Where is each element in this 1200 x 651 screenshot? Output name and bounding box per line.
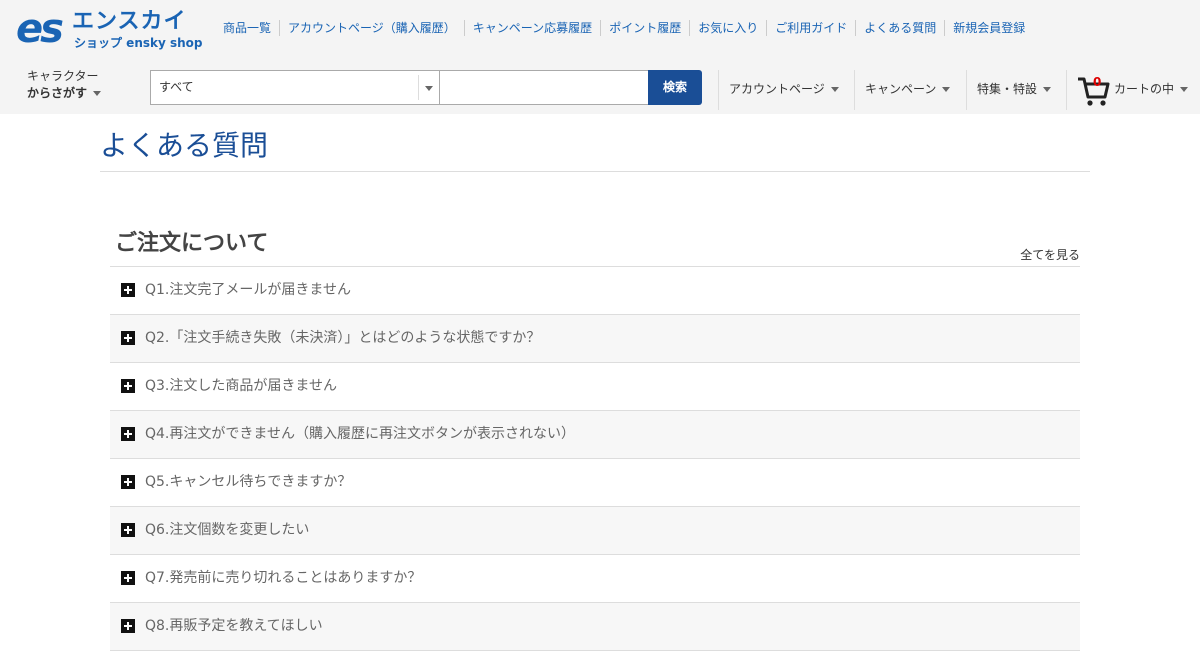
faq-item-q8[interactable]: Q8.再販予定を教えてほしい xyxy=(110,603,1080,651)
logo-mark: es xyxy=(16,6,64,52)
cart-label: カートの中 xyxy=(1114,70,1189,108)
faq-question: Q5.キャンセル待ちできますか？ xyxy=(145,474,352,490)
account-menu-label: アカウントページ xyxy=(729,82,825,96)
nav-faq[interactable]: よくある質問 xyxy=(855,20,944,36)
plus-icon xyxy=(121,283,135,297)
title-divider xyxy=(100,171,1090,172)
faq-question: Q6.注文個数を変更したい xyxy=(145,522,310,538)
faq-question: Q3.注文した商品が届きません xyxy=(145,378,337,394)
nav-favorites[interactable]: お気に入り xyxy=(689,20,766,36)
chevron-down-icon xyxy=(830,87,839,92)
faq-question: Q2.「注文手続き失敗（未決済）」とはどのような状態ですか？ xyxy=(145,330,541,346)
faq-item-q3[interactable]: Q3.注文した商品が届きません xyxy=(110,363,1080,411)
search-button[interactable]: 検索 xyxy=(648,70,702,105)
nav-campaign-history[interactable]: キャンペーン応募履歴 xyxy=(463,20,600,36)
chevron-down-icon xyxy=(1180,87,1189,92)
account-menu[interactable]: アカウントページ xyxy=(718,70,854,110)
faq-item-q4[interactable]: Q4.再注文ができません（購入履歴に再注文ボタンが表示されない） xyxy=(110,411,1080,459)
plus-icon xyxy=(121,427,135,441)
cart-count: 0 xyxy=(1093,75,1102,89)
nav-register[interactable]: 新規会員登録 xyxy=(944,20,1033,36)
faq-question: Q4.再注文ができません（購入履歴に再注文ボタンが表示されない） xyxy=(145,426,575,442)
section-title: ご注文について xyxy=(115,231,269,256)
nav-guide[interactable]: ご利用ガイド xyxy=(766,20,855,36)
faq-list: Q1.注文完了メールが届きません Q2.「注文手続き失敗（未決済）」とはどのよう… xyxy=(110,266,1080,651)
logo-sub: ショップ ensky shop xyxy=(74,36,203,50)
plus-icon xyxy=(121,619,135,633)
faq-item-q1[interactable]: Q1.注文完了メールが届きません xyxy=(110,267,1080,315)
site-header: es エンスカイ ショップ ensky shop 商品一覧 アカウントページ（購… xyxy=(0,0,1200,114)
page-title: よくある質問 xyxy=(100,129,269,162)
campaign-menu[interactable]: キャンペーン xyxy=(854,70,966,110)
ensky-logo[interactable]: es エンスカイ ショップ ensky shop xyxy=(16,6,206,52)
faq-question: Q1.注文完了メールが届きません xyxy=(145,282,351,298)
search-category-value: すべて xyxy=(159,80,194,94)
select-divider xyxy=(418,75,419,100)
faq-item-q6[interactable]: Q6.注文個数を変更したい xyxy=(110,507,1080,555)
feature-menu-label: 特集・特設 xyxy=(977,82,1038,96)
cart-button[interactable]: 0 カートの中 xyxy=(1066,70,1200,110)
campaign-menu-label: キャンペーン xyxy=(865,82,937,96)
plus-icon xyxy=(121,379,135,393)
faq-question: Q8.再販予定を教えてほしい xyxy=(145,618,323,634)
faq-question: Q7.発売前に売り切れることはありますか？ xyxy=(145,570,422,586)
chevron-down-icon xyxy=(93,91,102,96)
chevron-down-icon xyxy=(425,86,433,91)
plus-icon xyxy=(121,571,135,585)
character-sub-label: からさがす xyxy=(27,86,88,100)
chevron-down-icon xyxy=(1043,87,1052,92)
plus-icon xyxy=(121,475,135,489)
see-all-link[interactable]: 全てを見る xyxy=(1020,247,1080,263)
top-navigation: 商品一覧 アカウントページ（購入履歴） キャンペーン応募履歴 ポイント履歴 お気… xyxy=(215,20,1033,36)
feature-menu[interactable]: 特集・特設 xyxy=(966,70,1066,110)
plus-icon xyxy=(121,523,135,537)
plus-icon xyxy=(121,331,135,345)
search-category-select[interactable]: すべて xyxy=(150,70,440,105)
character-label: キャラクター xyxy=(27,69,99,83)
logo-name: エンスカイ xyxy=(72,9,187,34)
chevron-down-icon xyxy=(942,87,951,92)
faq-item-q2[interactable]: Q2.「注文手続き失敗（未決済）」とはどのような状態ですか？ xyxy=(110,315,1080,363)
faq-item-q5[interactable]: Q5.キャンセル待ちできますか？ xyxy=(110,459,1080,507)
nav-account[interactable]: アカウントページ（購入履歴） xyxy=(279,20,464,36)
nav-products[interactable]: 商品一覧 xyxy=(215,20,279,36)
character-search-menu[interactable]: キャラクター からさがす xyxy=(27,68,102,102)
nav-points[interactable]: ポイント履歴 xyxy=(600,20,689,36)
faq-item-q7[interactable]: Q7.発売前に売り切れることはありますか？ xyxy=(110,555,1080,603)
search-input[interactable] xyxy=(439,70,649,105)
